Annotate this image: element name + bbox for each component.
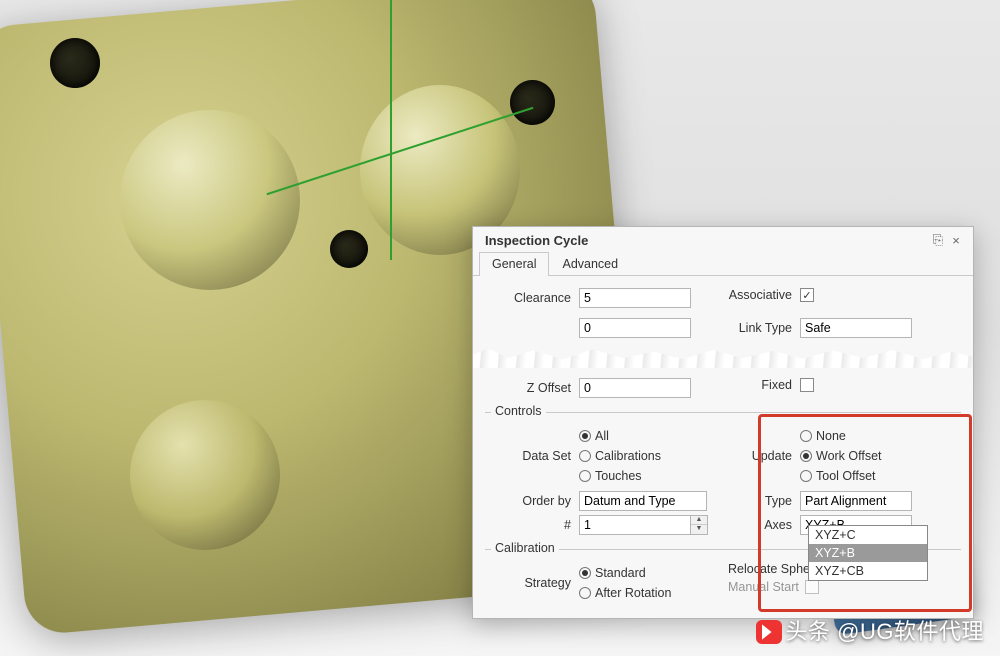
orderby-select[interactable]: [579, 491, 707, 511]
controls-legend: Controls: [491, 404, 546, 418]
update-none-radio[interactable]: None: [800, 427, 961, 445]
cad-hole: [510, 80, 555, 125]
associative-label: Associative: [728, 288, 800, 302]
manual-checkbox[interactable]: [805, 580, 819, 594]
dialog-title: Inspection Cycle: [485, 233, 929, 248]
dataset-touches-radio[interactable]: Touches: [579, 467, 718, 485]
fixed-label: Fixed: [728, 378, 800, 392]
spin-up-icon[interactable]: ▲: [691, 516, 707, 525]
linktype-label: Link Type: [728, 321, 800, 335]
update-tool-radio[interactable]: Tool Offset: [800, 467, 961, 485]
axes-option[interactable]: XYZ+C: [809, 526, 927, 544]
cad-hole: [330, 230, 368, 268]
clearance-input[interactable]: [579, 288, 691, 308]
linktype-select[interactable]: [800, 318, 912, 338]
watermark: 头条 @UG软件代理: [756, 614, 984, 646]
dialog-titlebar[interactable]: Inspection Cycle ⎘ ×: [473, 227, 973, 251]
tab-advanced[interactable]: Advanced: [549, 252, 631, 276]
axes-dropdown-list[interactable]: XYZ+C XYZ+B XYZ+CB: [808, 525, 928, 581]
probe-line: [390, 0, 392, 260]
type-label: Type: [728, 494, 800, 508]
close-icon[interactable]: ×: [947, 233, 965, 248]
update-work-radio[interactable]: Work Offset: [800, 447, 961, 465]
dataset-label: Data Set: [485, 449, 579, 463]
dataset-calibrations-radio[interactable]: Calibrations: [579, 447, 718, 465]
controls-group: Controls Data Set All Calibrations Touch…: [485, 412, 961, 539]
tab-general[interactable]: General: [479, 252, 549, 276]
associative-checkbox[interactable]: ✓: [800, 288, 814, 302]
hash-label: #: [485, 518, 579, 532]
cad-boss: [120, 110, 300, 290]
pin-icon[interactable]: ⎘: [929, 232, 947, 248]
strategy-label: Strategy: [485, 576, 579, 590]
axes-label: Axes: [728, 518, 800, 532]
fixed-checkbox[interactable]: [800, 378, 814, 392]
blank-input[interactable]: [579, 318, 691, 338]
inspection-cycle-dialog: Inspection Cycle ⎘ × General Advanced Cl…: [472, 226, 974, 619]
torn-edge-decoration: [473, 346, 973, 368]
update-label: Update: [728, 449, 800, 463]
strategy-standard-radio[interactable]: Standard: [579, 564, 718, 582]
zoffset-input[interactable]: [579, 378, 691, 398]
dataset-all-radio[interactable]: All: [579, 427, 718, 445]
calibration-legend: Calibration: [491, 541, 559, 555]
type-select[interactable]: [800, 491, 912, 511]
spin-down-icon[interactable]: ▼: [691, 525, 707, 534]
zoffset-label: Z Offset: [485, 381, 579, 395]
dialog-tabs: General Advanced: [473, 251, 973, 276]
cad-hole: [50, 38, 100, 88]
manual-label: Manual Start: [728, 580, 805, 594]
orderby-label: Order by: [485, 494, 579, 508]
axes-option[interactable]: XYZ+CB: [809, 562, 927, 580]
strategy-after-radio[interactable]: After Rotation: [579, 584, 718, 602]
cad-boss: [130, 400, 280, 550]
hash-spinner[interactable]: ▲▼: [579, 515, 708, 535]
clearance-label: Clearance: [485, 291, 579, 305]
watermark-logo-icon: [756, 620, 782, 644]
axes-option-selected[interactable]: XYZ+B: [809, 544, 927, 562]
